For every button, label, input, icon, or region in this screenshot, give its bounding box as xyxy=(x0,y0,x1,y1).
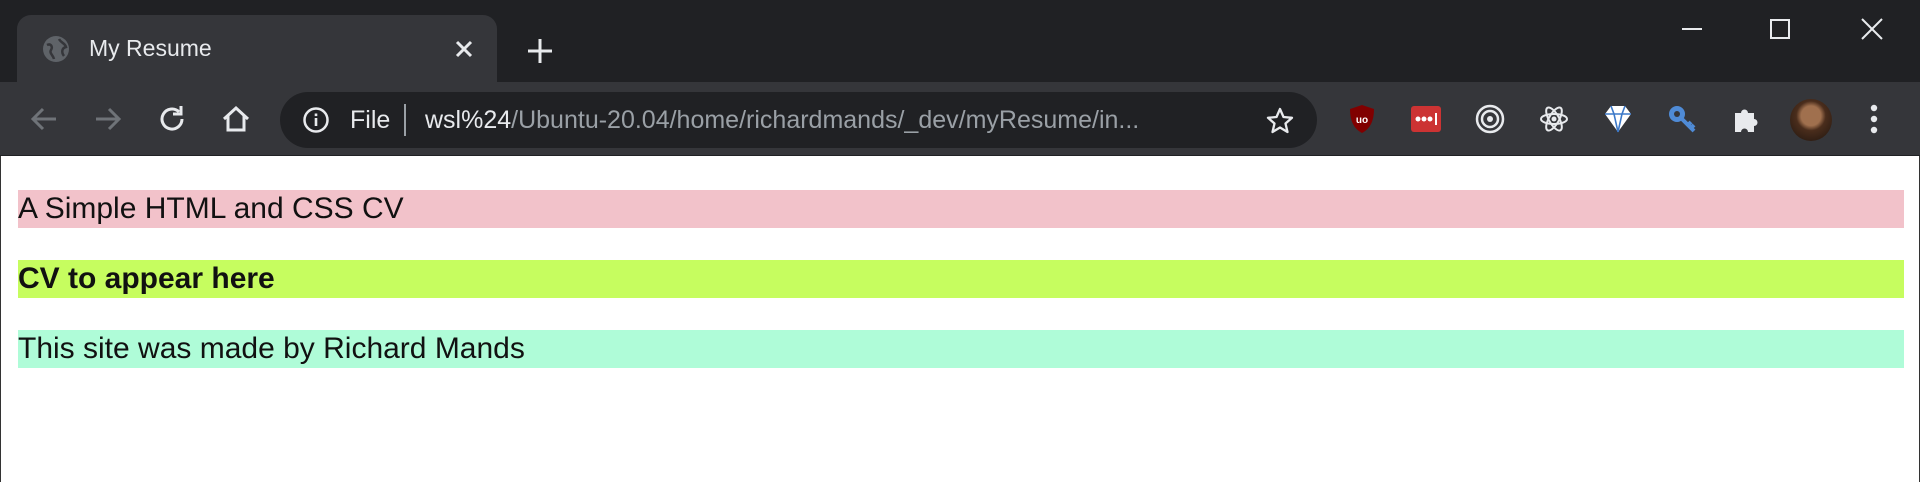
lastpass-icon xyxy=(1411,106,1441,132)
puzzle-icon xyxy=(1735,109,1758,132)
browser-tab[interactable]: My Resume xyxy=(17,15,497,82)
maximize-icon xyxy=(1770,19,1790,39)
home-button[interactable] xyxy=(218,101,254,137)
page-main: CV to appear here xyxy=(18,260,1904,298)
close-icon xyxy=(1861,18,1883,40)
svg-text:uo: uo xyxy=(1356,115,1368,126)
address-bar[interactable]: File wsl%24/Ubuntu-20.04/home/richardman… xyxy=(280,92,1317,148)
star-icon[interactable] xyxy=(1265,106,1295,136)
url-host: wsl%24 xyxy=(425,106,512,134)
avatar[interactable] xyxy=(1790,99,1832,141)
browser-title-bar: My Resume xyxy=(0,0,1920,82)
arrow-left-icon xyxy=(30,107,56,131)
reload-icon xyxy=(160,106,184,131)
close-tab-icon[interactable] xyxy=(452,37,476,61)
page-header: A Simple HTML and CSS CV xyxy=(18,190,1904,228)
lastpass-extension[interactable] xyxy=(1409,102,1443,136)
diamond-extension[interactable] xyxy=(1601,102,1635,136)
url-text[interactable]: wsl%24/Ubuntu-20.04/home/richardmands/_d… xyxy=(425,106,1215,135)
scheme-label: File xyxy=(350,106,391,134)
ublock-origin-extension[interactable]: uo xyxy=(1345,102,1379,136)
url-path: /Ubuntu-20.04/home/richardmands/_dev/myR… xyxy=(511,106,1140,134)
target-extension[interactable] xyxy=(1473,102,1507,136)
reload-button[interactable] xyxy=(154,101,190,137)
browser-toolbar: File wsl%24/Ubuntu-20.04/home/richardman… xyxy=(0,82,1920,156)
minimize-icon xyxy=(1682,28,1702,30)
arrow-right-icon xyxy=(96,107,122,131)
extensions-button[interactable] xyxy=(1729,102,1763,136)
diamond-icon xyxy=(1605,105,1631,133)
react-devtools-icon xyxy=(1540,106,1568,132)
tab-title: My Resume xyxy=(89,35,212,61)
react-devtools-extension[interactable] xyxy=(1537,102,1571,136)
key-extension[interactable] xyxy=(1665,102,1699,136)
window-close-button[interactable] xyxy=(1844,12,1900,46)
key-icon xyxy=(1669,106,1696,133)
back-button[interactable] xyxy=(26,101,62,137)
address-separator xyxy=(404,104,406,136)
info-icon[interactable] xyxy=(302,106,330,134)
page-footer: This site was made by Richard Mands xyxy=(18,330,1904,368)
page-content: A Simple HTML and CSS CV CV to appear he… xyxy=(0,156,1920,482)
home-icon xyxy=(222,105,250,132)
target-icon xyxy=(1475,104,1505,134)
maximize-button[interactable] xyxy=(1752,12,1808,46)
globe-icon xyxy=(43,36,69,62)
ublock-origin-icon: uo xyxy=(1350,105,1374,133)
new-tab-icon[interactable] xyxy=(525,36,555,66)
forward-button[interactable] xyxy=(90,101,126,137)
more-vert-icon[interactable] xyxy=(1862,102,1886,136)
minimize-button[interactable] xyxy=(1664,12,1720,46)
